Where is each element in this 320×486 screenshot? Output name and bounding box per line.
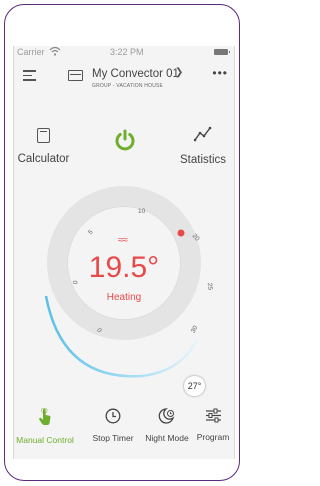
calculator-icon — [37, 128, 50, 143]
sliders-icon — [205, 408, 221, 423]
current-temp-marker — [177, 229, 185, 237]
tick-25: 25 — [205, 282, 214, 291]
setpoint-handle[interactable]: 27° — [184, 376, 205, 396]
tab-stop-timer[interactable]: Stop Timer — [92, 408, 134, 443]
hand-pointer-icon — [39, 407, 51, 425]
chevron-down-icon[interactable]: ❯ — [175, 67, 183, 78]
status-time: 3:22 PM — [110, 47, 144, 57]
status-bar: Carrier 3:22 PM — [14, 46, 234, 59]
app-screen: Carrier 3:22 PM My Convector 01 ❯ GROUP … — [13, 46, 235, 459]
tab-program[interactable]: Program — [195, 408, 231, 442]
power-button[interactable] — [111, 126, 139, 154]
tab-label: Stop Timer — [92, 433, 134, 443]
device-group-label: GROUP - VACATION HOUSE — [92, 83, 164, 89]
clock-icon — [105, 408, 121, 424]
moon-clock-icon — [158, 408, 175, 424]
more-options-icon[interactable]: ••• — [212, 66, 228, 80]
heating-mode-label: Heating — [106, 292, 142, 303]
statistics-icon — [193, 126, 212, 142]
tab-night-mode[interactable]: Night Mode — [142, 408, 192, 443]
tick-15: 10 — [138, 208, 146, 215]
menu-icon[interactable] — [23, 70, 36, 84]
tab-label: Program — [196, 432, 230, 442]
temperature-dial[interactable]: 10 5 20 0 25 0 30 ≈≈ 19.5° Heating 27° — [42, 181, 213, 406]
bottom-tab-bar: Manual Control Stop Timer Night Mode Pro… — [14, 407, 234, 448]
device-name[interactable]: My Convector 01 — [92, 68, 179, 80]
statistics-button[interactable]: Statistics — [174, 126, 232, 166]
convector-device-icon — [68, 70, 83, 81]
tab-label: Night Mode — [145, 433, 189, 443]
tab-manual-control[interactable]: Manual Control — [14, 407, 76, 445]
calculator-label: Calculator — [17, 153, 70, 165]
calculator-button[interactable]: Calculator — [16, 126, 71, 165]
current-temperature: 19.5° — [88, 251, 160, 284]
top-actions: Calculator Statistics — [14, 126, 234, 170]
battery-icon — [214, 49, 230, 55]
nav-bar: My Convector 01 ❯ GROUP - VACATION HOUSE… — [14, 60, 234, 92]
heating-waves-icon: ≈≈ — [118, 235, 128, 246]
statistics-label: Statistics — [179, 154, 226, 166]
tab-label: Manual Control — [16, 435, 74, 445]
power-icon — [115, 129, 135, 151]
wifi-icon — [49, 46, 61, 58]
carrier-label: Carrier — [17, 47, 45, 57]
